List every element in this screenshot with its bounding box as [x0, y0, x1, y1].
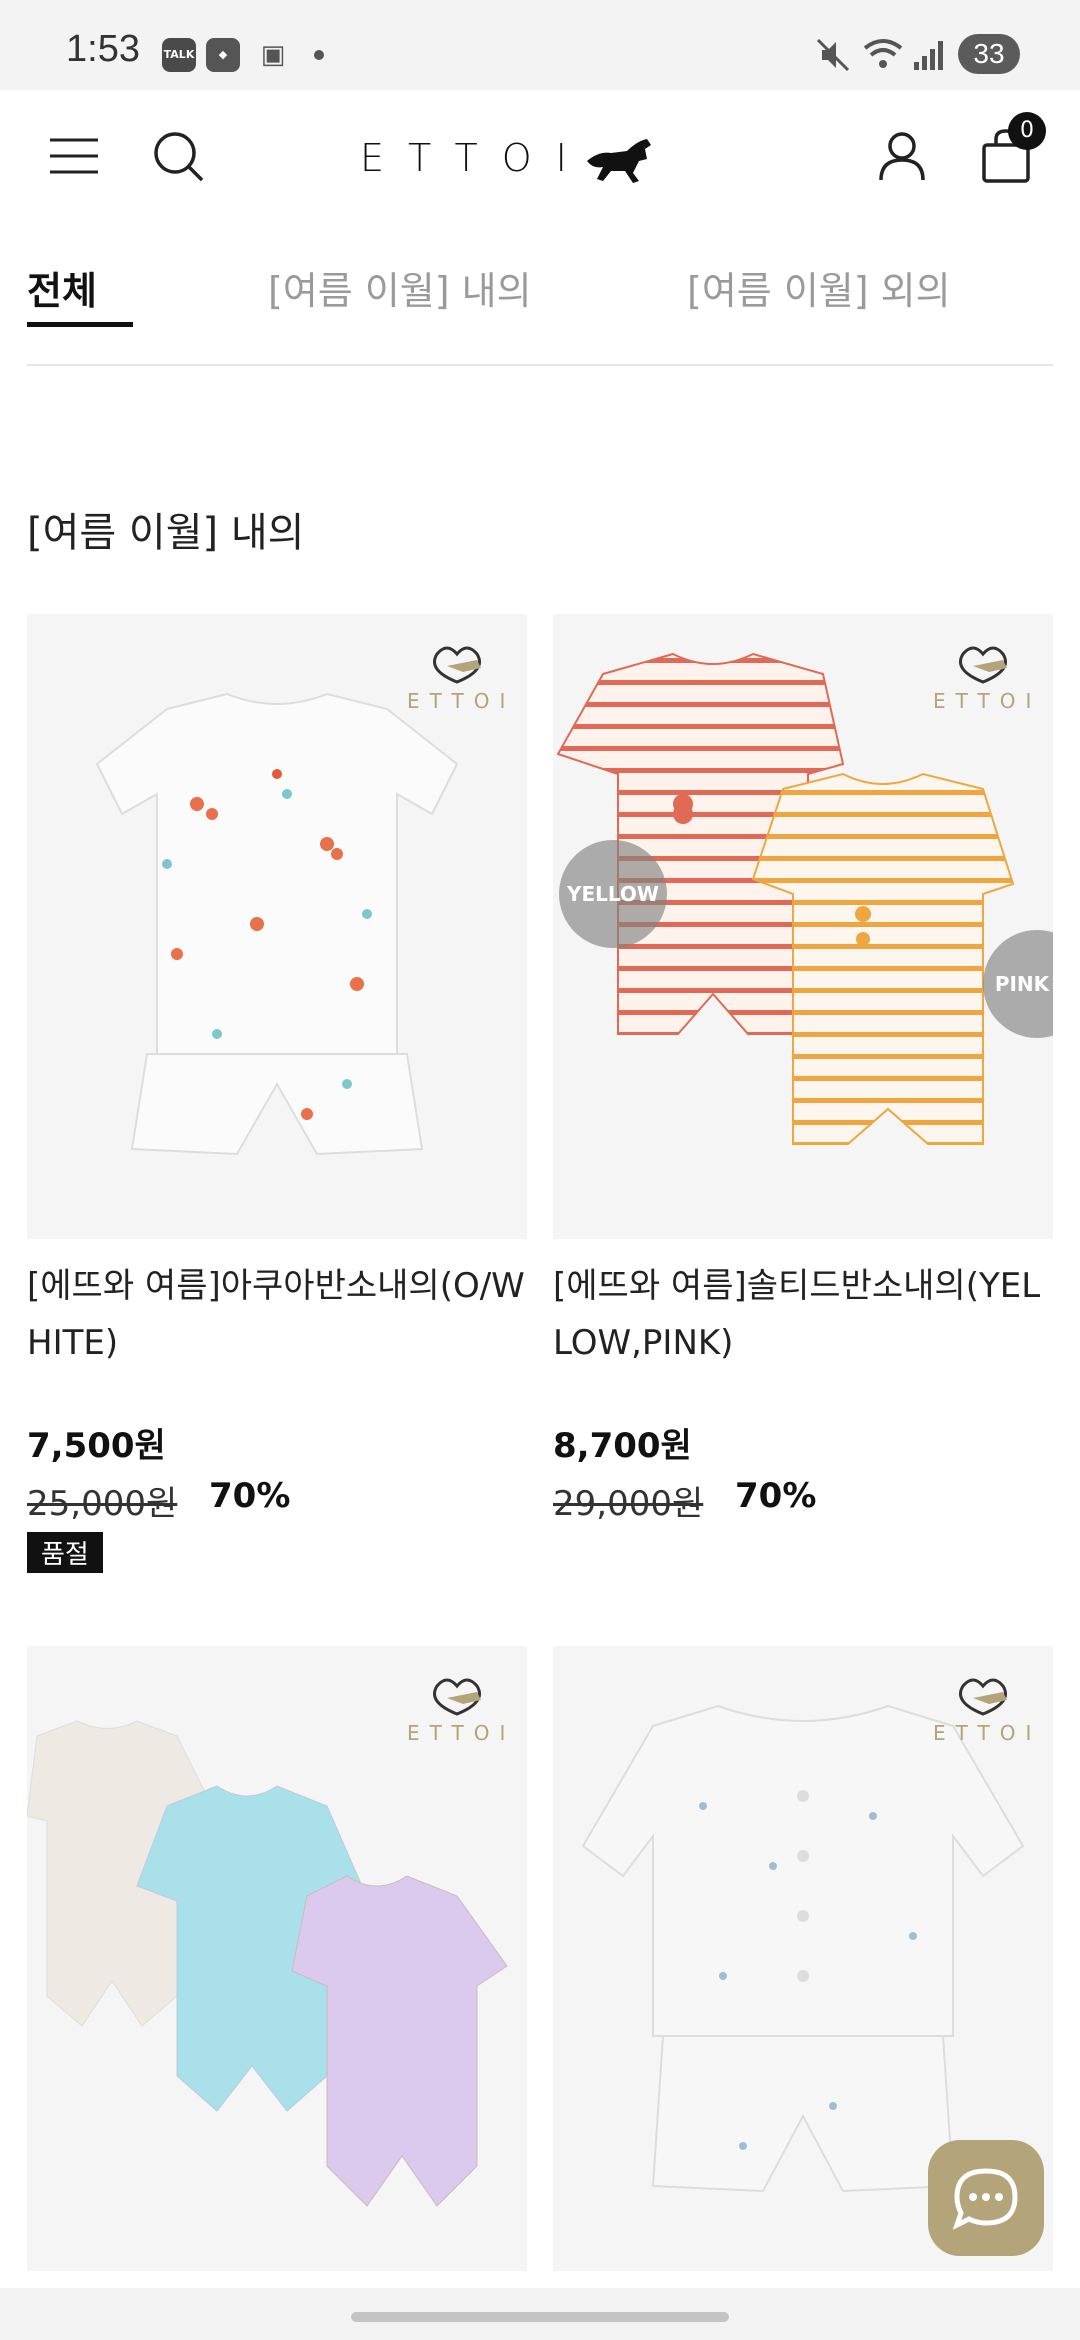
menu-button[interactable]: [44, 126, 104, 186]
product-price: 7,500원: [27, 1426, 166, 1466]
tab-all[interactable]: 전체: [27, 260, 97, 315]
tab-summer-outerwear[interactable]: [여름 이월] 외의: [687, 260, 951, 315]
chat-bubble-icon: [952, 2168, 1018, 2230]
product-name[interactable]: [에뜨와 여름]솔티드반소내의(YELLOW,PINK): [553, 1258, 1053, 1372]
search-icon: [154, 132, 204, 182]
product-discount: 70%: [209, 1476, 291, 1516]
ettoi-brand-mark-icon: ETTOI: [407, 1678, 515, 1744]
cart-button[interactable]: 0: [976, 112, 1046, 186]
cart-count-badge: 0: [1008, 112, 1046, 150]
home-indicator[interactable]: [351, 2312, 729, 2322]
ettoi-logo[interactable]: ETTOI: [360, 128, 720, 188]
tab-summer-underwear[interactable]: [여름 이월] 내의: [268, 260, 532, 315]
status-time: 1:53: [66, 28, 140, 70]
active-tab-indicator: [27, 322, 133, 327]
ettoi-brand-mark-icon: ETTOI: [407, 646, 515, 712]
ettoi-brand-mark-icon: ETTOI: [933, 1678, 1041, 1744]
ettoi-brand-mark-icon: ETTOI: [933, 646, 1041, 712]
product-image[interactable]: ETTOI: [27, 614, 527, 1239]
product-image[interactable]: ETTOI: [27, 1646, 527, 2271]
horse-logo-icon: [586, 139, 651, 183]
chat-button[interactable]: [928, 2140, 1044, 2256]
color-chip-yellow[interactable]: YELLOW: [559, 840, 667, 948]
screenshot-icon: ▣: [260, 40, 286, 70]
cube-icon: ◆: [206, 38, 240, 72]
notification-dot: [314, 50, 324, 60]
brand-mark-text: ETTOI: [933, 689, 1041, 712]
app-header: ETTOI 0: [0, 90, 1080, 220]
brand-mark-text: ETTOI: [407, 1721, 515, 1744]
category-tabs: 전체 [여름 이월] 내의 [여름 이월] 외의: [27, 250, 1053, 366]
product-price: 8,700원: [553, 1426, 692, 1466]
battery-indicator: 33: [958, 34, 1020, 74]
account-button[interactable]: [872, 126, 932, 186]
mute-icon: [816, 38, 850, 72]
section-title: [여름 이월] 내의: [27, 510, 305, 556]
hamburger-icon: [50, 138, 98, 174]
wifi-icon: [863, 39, 903, 68]
brand-mark-text: ETTOI: [933, 1721, 1041, 1744]
status-bar: 1:53 TALK ◆ ▣ 33: [0, 0, 1080, 90]
user-icon: [879, 132, 925, 181]
signal-icon: [914, 41, 943, 70]
product-name[interactable]: [에뜨와 여름]아쿠아반소내의(O/WHITE): [27, 1258, 527, 1372]
product-image[interactable]: YELLOW PINK ETTOI: [553, 614, 1053, 1239]
search-button[interactable]: [148, 126, 208, 186]
soldout-badge: 품절: [27, 1532, 103, 1573]
logo-text: ETTOI: [360, 136, 591, 180]
product-original-price: 25,000원: [27, 1484, 178, 1524]
brand-mark-text: ETTOI: [407, 689, 515, 712]
product-discount: 70%: [735, 1476, 817, 1516]
kakaotalk-icon: TALK: [162, 38, 196, 72]
product-original-price: 29,000원: [553, 1484, 704, 1524]
